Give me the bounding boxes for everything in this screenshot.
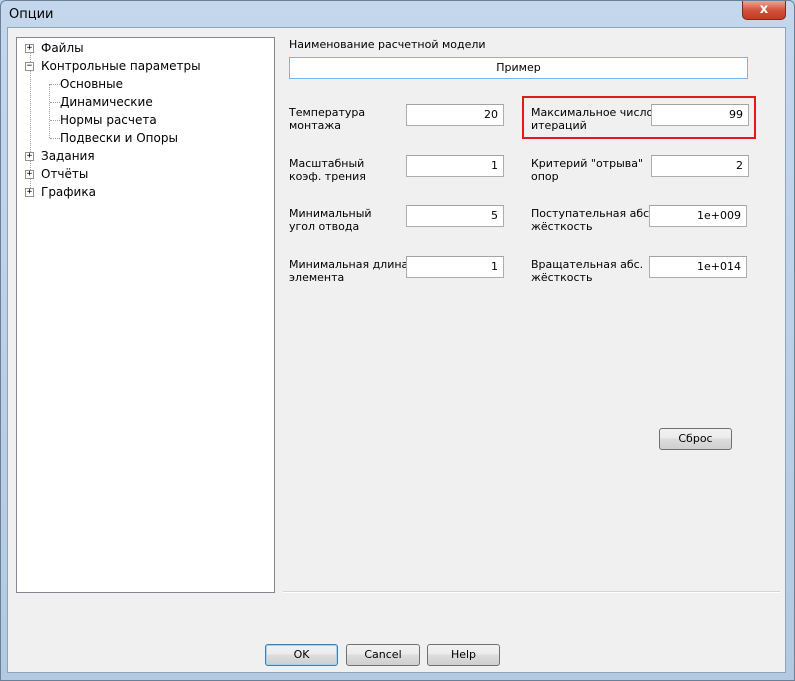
max-iterations-label: Максимальное число итераций <box>531 106 654 132</box>
tree-item-norms[interactable]: Нормы расчета <box>60 112 157 129</box>
min-length-label: Минимальная длина элемента <box>289 258 409 284</box>
lift-criterion-input[interactable]: 2 <box>651 155 749 177</box>
tree-item-label: Задания <box>41 149 95 163</box>
tree-line <box>50 84 60 85</box>
expand-icon[interactable]: + <box>25 44 34 53</box>
tree-line <box>49 84 50 138</box>
lift-criterion-label: Критерий "отрыва" опор <box>531 157 644 183</box>
tree-item-label: Основные <box>60 77 124 91</box>
max-iterations-input[interactable]: 99 <box>651 104 749 126</box>
translational-stiffness-input[interactable]: 1e+009 <box>649 205 747 227</box>
model-name-input[interactable]: Пример <box>289 57 748 79</box>
title-bar: Опции x <box>1 1 794 29</box>
reset-button[interactable]: Сброс <box>659 428 732 450</box>
collapse-icon[interactable]: − <box>25 62 34 71</box>
tree-item-label: Динамические <box>60 95 153 109</box>
tree-item-label: Графика <box>41 185 96 199</box>
temperature-input[interactable]: 20 <box>406 104 504 126</box>
help-button[interactable]: Help <box>427 644 500 666</box>
friction-input[interactable]: 1 <box>406 155 504 177</box>
expand-icon[interactable]: + <box>25 170 34 179</box>
friction-label: Масштабный коэф. трения <box>289 157 366 183</box>
tree-item-label: Файлы <box>41 41 84 55</box>
tree-item-hangers[interactable]: Подвески и Опоры <box>60 130 178 147</box>
tree-line <box>50 120 60 121</box>
rotational-stiffness-input[interactable]: 1e+014 <box>649 256 747 278</box>
ok-button[interactable]: OK <box>265 644 338 666</box>
tree-item-label: Отчёты <box>41 167 89 181</box>
separator <box>283 591 780 593</box>
cancel-button[interactable]: Cancel <box>346 644 420 666</box>
tree-item-label: Контрольные параметры <box>41 59 201 73</box>
tree-line <box>50 102 60 103</box>
tree-item-label: Подвески и Опоры <box>60 131 178 145</box>
temperature-label: Температура монтажа <box>289 106 366 132</box>
min-length-input[interactable]: 1 <box>406 256 504 278</box>
tree-line <box>50 138 60 139</box>
expand-icon[interactable]: + <box>25 188 34 197</box>
rotational-stiffness-label: Вращательная абс. жёсткость <box>531 258 644 284</box>
close-button[interactable]: x <box>742 1 786 20</box>
tree-item-label: Нормы расчета <box>60 113 157 127</box>
min-angle-input[interactable]: 5 <box>406 205 504 227</box>
translational-stiffness-label: Поступательная абс. жёсткость <box>531 207 653 233</box>
window-title: Опции <box>9 7 54 22</box>
model-name-label: Наименование расчетной модели <box>289 38 486 51</box>
min-angle-label: Минимальный угол отвода <box>289 207 372 233</box>
options-tree[interactable]: + Файлы − Контрольные параметры Основные… <box>16 37 275 593</box>
tree-item-dynamic[interactable]: Динамические <box>60 94 153 111</box>
expand-icon[interactable]: + <box>25 152 34 161</box>
